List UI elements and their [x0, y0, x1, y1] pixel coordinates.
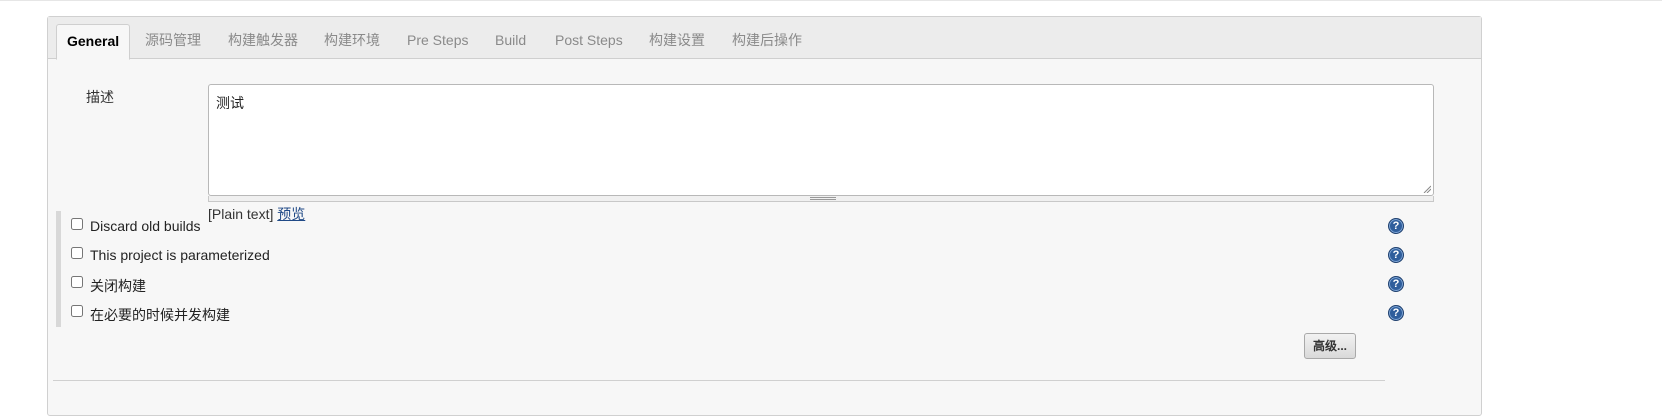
tab-post-steps[interactable]: Post Steps — [545, 24, 633, 59]
disable-build-label[interactable]: 关闭构建 — [90, 276, 146, 296]
discard-old-builds-checkbox[interactable] — [71, 218, 83, 230]
tab-scm[interactable]: 源码管理 — [135, 24, 211, 59]
tab-bar: General 源码管理 构建触发器 构建环境 Pre Steps Build … — [48, 17, 1481, 60]
concurrent-build-label[interactable]: 在必要的时候并发构建 — [90, 305, 230, 325]
description-textarea[interactable] — [209, 85, 1433, 195]
help-icon[interactable]: ? — [1388, 218, 1404, 234]
option-parameterized: This project is parameterized ? — [71, 246, 1404, 270]
description-textarea-container — [208, 84, 1434, 196]
parameterized-label[interactable]: This project is parameterized — [90, 247, 270, 263]
description-label: 描述 — [86, 89, 114, 105]
tab-general[interactable]: General — [56, 24, 131, 60]
section-divider — [53, 380, 1385, 381]
grip-icon — [810, 197, 836, 200]
concurrent-build-checkbox[interactable] — [71, 305, 83, 317]
option-disable-build: 关闭构建 ? — [71, 275, 1404, 299]
resize-corner-icon[interactable] — [1423, 185, 1431, 193]
disable-build-checkbox[interactable] — [71, 276, 83, 288]
tab-build-settings[interactable]: 构建设置 — [639, 24, 715, 59]
help-icon[interactable]: ? — [1388, 276, 1404, 292]
discard-old-builds-label[interactable]: Discard old builds — [90, 218, 201, 234]
textarea-resize-bar[interactable] — [208, 196, 1434, 202]
tab-post-build-actions[interactable]: 构建后操作 — [722, 24, 812, 59]
help-icon[interactable]: ? — [1388, 247, 1404, 263]
tab-pre-steps[interactable]: Pre Steps — [397, 24, 478, 59]
tab-build-triggers[interactable]: 构建触发器 — [218, 24, 308, 59]
parameterized-checkbox[interactable] — [71, 247, 83, 259]
option-discard-old-builds: Discard old builds ? — [71, 217, 1404, 241]
options-block: Discard old builds ? This project is par… — [56, 211, 1404, 328]
help-icon[interactable]: ? — [1388, 305, 1404, 321]
tab-build-environment[interactable]: 构建环境 — [314, 24, 390, 59]
top-divider — [0, 0, 1662, 1]
config-panel: General 源码管理 构建触发器 构建环境 Pre Steps Build … — [47, 16, 1482, 416]
advanced-button[interactable]: 高级... — [1304, 333, 1356, 359]
option-concurrent-build: 在必要的时候并发构建 ? — [71, 304, 1404, 328]
tab-build[interactable]: Build — [485, 24, 536, 59]
